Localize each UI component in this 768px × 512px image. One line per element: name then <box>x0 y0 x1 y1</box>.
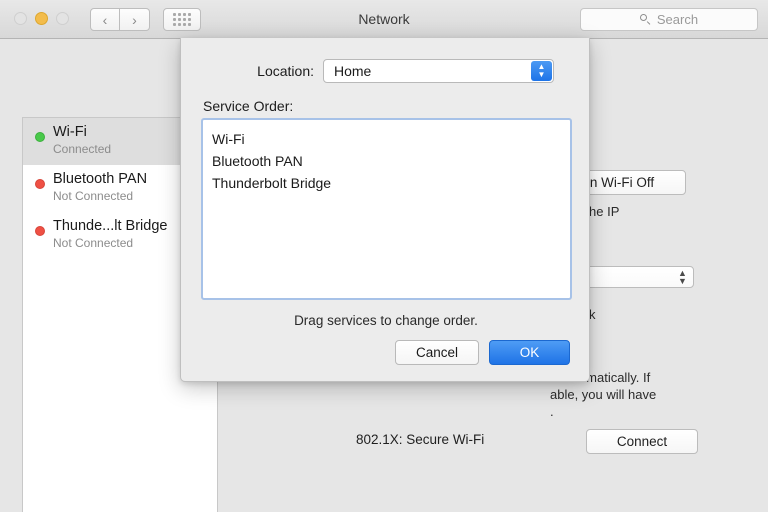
search-placeholder: Search <box>657 12 698 27</box>
search-icon <box>640 14 651 25</box>
location-popup-button[interactable]: Home ▲ ▼ <box>323 59 554 83</box>
cancel-button[interactable]: Cancel <box>395 340 479 365</box>
dot1x-status-label: 802.1X: Secure Wi-Fi <box>356 432 484 447</box>
status-dot-green-icon <box>35 132 45 142</box>
status-dot-red-icon <box>35 226 45 236</box>
networks-description-line-2: able, you will have <box>550 386 656 403</box>
window-titlebar: ‹ › Network Search <box>0 0 768 39</box>
connect-button[interactable]: Connect <box>586 429 698 454</box>
status-dot-red-icon <box>35 179 45 189</box>
networks-description-line-3: . <box>550 403 554 420</box>
location-row: Location: Home ▲ ▼ <box>181 59 591 83</box>
list-item[interactable]: Bluetooth PAN <box>203 150 570 172</box>
list-item[interactable]: Wi-Fi <box>203 128 570 150</box>
location-selected-value: Home <box>324 63 371 79</box>
list-item[interactable]: Thunderbolt Bridge <box>203 172 570 194</box>
screenshot-root: ‹ › Network Search <box>0 0 768 512</box>
service-order-label: Service Order: <box>203 98 293 114</box>
stepper-chevrons-icon: ▲▼ <box>676 268 689 286</box>
service-order-sheet: Location: Home ▲ ▼ Service Order: Wi-Fi … <box>180 38 590 382</box>
search-field[interactable]: Search <box>580 8 758 31</box>
service-order-listbox[interactable]: Wi-Fi Bluetooth PAN Thunderbolt Bridge <box>201 118 572 300</box>
ok-button[interactable]: OK <box>489 340 570 365</box>
stepper-down-icon: ▼ <box>538 71 546 79</box>
location-stepper-icon[interactable]: ▲ ▼ <box>531 61 552 81</box>
network-preferences-window: ‹ › Network Search <box>0 0 768 512</box>
sheet-button-row: Cancel OK <box>395 340 570 365</box>
drag-hint-text: Drag services to change order. <box>181 313 591 328</box>
location-label: Location: <box>181 63 323 79</box>
